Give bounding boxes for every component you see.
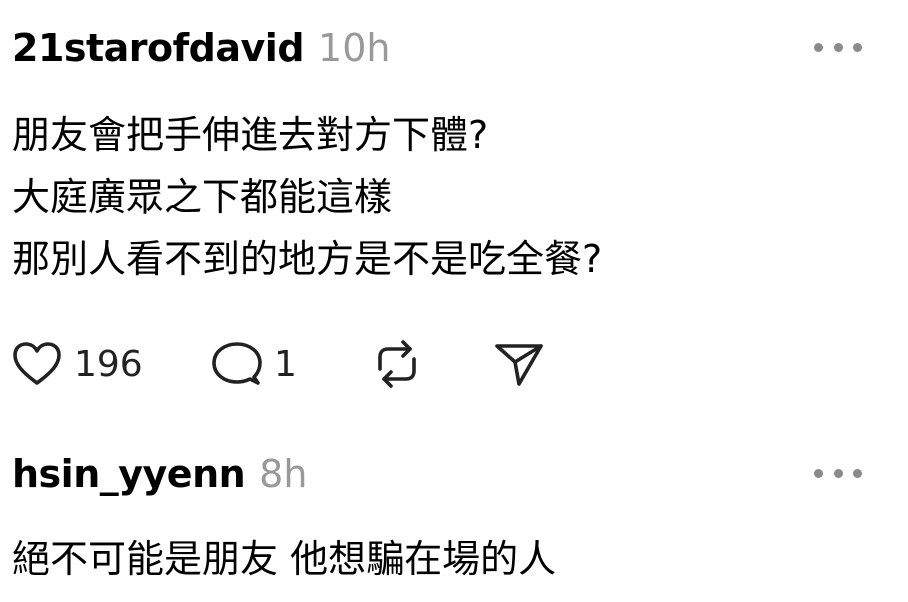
post-text: 朋友會把手伸進去對方下體? 大庭廣眾之下都能這樣 那別人看不到的地方是不是吃全餐… xyxy=(12,104,602,290)
post-text-line: 那別人看不到的地方是不是吃全餐? xyxy=(12,237,603,281)
heart-icon xyxy=(13,342,61,385)
reply-button[interactable]: 1 xyxy=(212,340,372,388)
post-header: hsin_yyenn 8h xyxy=(12,452,307,496)
post-text-line: 絕不可能是朋友 他想騙在場的人 xyxy=(12,537,557,581)
more-icon xyxy=(814,468,823,478)
reply-count: 1 xyxy=(274,343,297,385)
post-text: 絕不可能是朋友 他想騙在場的人 xyxy=(12,528,556,590)
action-bar: 196 1 xyxy=(12,336,544,392)
post-header: 21starofdavid 10h xyxy=(12,26,390,70)
like-button[interactable]: 196 xyxy=(12,341,212,387)
timestamp: 8h xyxy=(259,452,308,496)
username[interactable]: 21starofdavid xyxy=(12,26,305,70)
repost-button[interactable] xyxy=(372,339,494,389)
repost-icon xyxy=(378,340,416,388)
post-text-line: 朋友會把手伸進去對方下體? xyxy=(12,113,489,157)
more-options-button[interactable] xyxy=(814,32,862,62)
like-count: 196 xyxy=(74,343,143,385)
timestamp: 10h xyxy=(318,26,391,70)
comment-icon xyxy=(212,342,262,385)
send-icon xyxy=(495,344,543,386)
username[interactable]: hsin_yyenn xyxy=(12,452,246,496)
more-options-button[interactable] xyxy=(814,458,862,488)
post-text-line: 大庭廣眾之下都能這樣 xyxy=(12,175,393,219)
more-icon xyxy=(814,42,823,52)
share-button[interactable] xyxy=(494,340,544,388)
